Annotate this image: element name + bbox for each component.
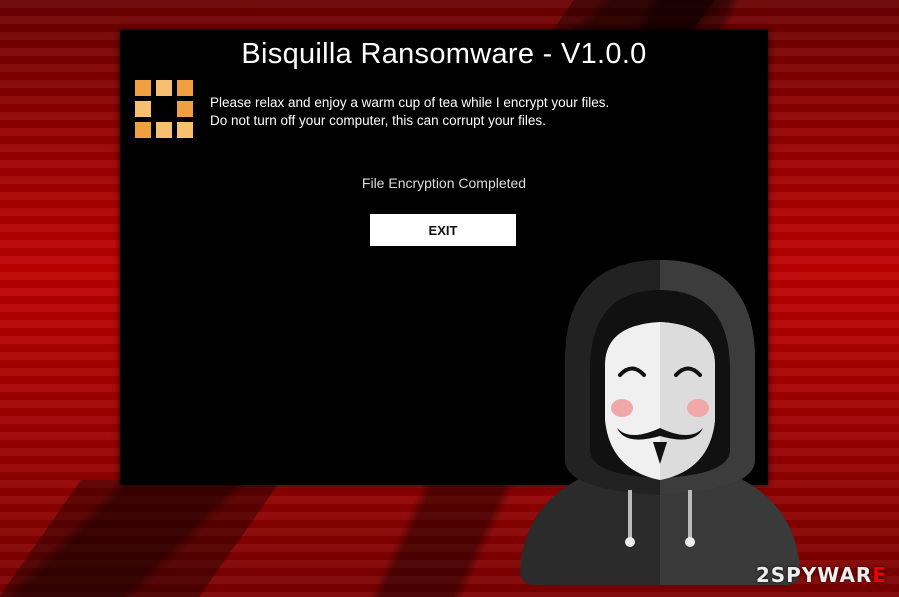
message-line-1: Please relax and enjoy a warm cup of tea… <box>210 95 610 110</box>
hooded-anonymous-hacker-icon <box>520 260 800 585</box>
message-line-2: Do not turn off your computer, this can … <box>210 113 546 128</box>
watermark-prefix: 2 <box>755 563 771 587</box>
window-title: Bisquilla Ransomware - V1.0.0 <box>241 38 647 70</box>
status-text: File Encryption Completed <box>361 175 527 191</box>
orange-grid-logo-icon <box>135 80 195 140</box>
ransom-message: Please relax and enjoy a warm cup of tea… <box>210 94 609 130</box>
exit-button[interactable]: EXIT <box>370 214 516 246</box>
watermark-suffix: E <box>872 563 887 587</box>
watermark-text: SPYWAR <box>770 563 873 587</box>
watermark: 2SPYWARE <box>756 563 887 587</box>
